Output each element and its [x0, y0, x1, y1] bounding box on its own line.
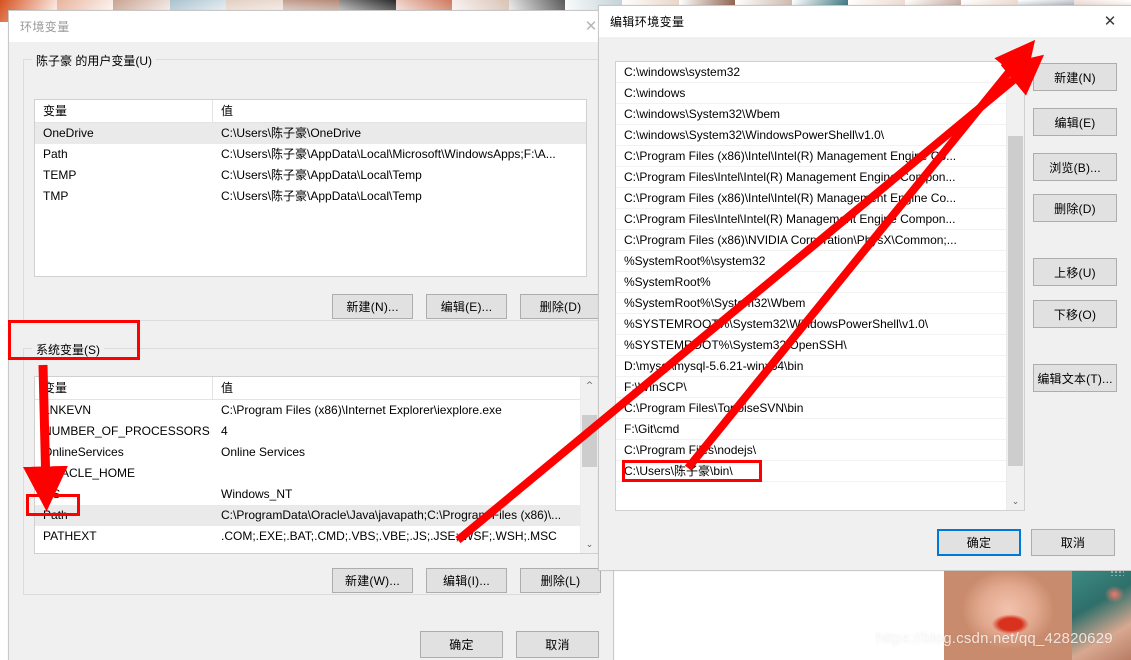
env-dialog-title: 环境变量 [20, 19, 70, 34]
scroll-up-icon[interactable]: ^ [581, 377, 598, 394]
scroll-down-icon[interactable]: ⌄ [1007, 493, 1024, 510]
edit-move-up-button[interactable]: 上移(U) [1033, 258, 1117, 286]
list-item[interactable]: C:\Program Files (x86)\Intel\Intel(R) Ma… [616, 188, 1006, 209]
list-item[interactable]: C:\windows [616, 83, 1006, 104]
list-item[interactable]: C:\Program Files (x86)\Intel\Intel(R) Ma… [616, 146, 1006, 167]
edit-new-button[interactable]: 新建(N) [1033, 63, 1117, 91]
list-item[interactable]: C:\windows\System32\Wbem [616, 104, 1006, 125]
background-photo-thumbnail [1072, 566, 1131, 660]
table-row[interactable]: Path C:\ProgramData\Oracle\Java\javapath;… [35, 505, 598, 526]
path-entries-scrollbar[interactable]: ^ ⌄ [1006, 62, 1024, 510]
table-cell-variable: PATHEXT [43, 529, 97, 543]
system-variables-table[interactable]: 变量 值 LNKEVN C:\Program Files (x86)\Intern… [34, 376, 599, 554]
system-variables-label: 系统变量(S) [32, 341, 104, 358]
list-item[interactable]: C:\Program Files\Intel\Intel(R) Manageme… [616, 209, 1006, 230]
table-cell-variable: TEMP [43, 168, 77, 182]
system-new-button[interactable]: 新建(W)... [332, 568, 413, 593]
edit-ok-button[interactable]: 确定 [937, 529, 1021, 556]
list-item[interactable]: %SYSTEMROOT%\System32\WindowsPowerShell\… [616, 314, 1006, 335]
user-delete-button[interactable]: 删除(D) [520, 294, 601, 319]
env-dialog-titlebar: 环境变量 ✕ [9, 11, 613, 42]
column-header-value: 值 [221, 104, 234, 118]
table-cell-value: .COM;.EXE;.BAT;.CMD;.VBS;.VBE;.JS;.JSE;.… [221, 529, 557, 543]
table-cell-value: C:\ProgramData\Oracle\Java\javapath;C:\P… [221, 508, 562, 522]
table-cell-variable: OneDrive [43, 126, 94, 140]
table-cell-value [213, 463, 598, 484]
list-item[interactable]: D:\mysql\mysql-5.6.21-winx64\bin [616, 356, 1006, 377]
table-row[interactable]: ORACLE_HOME [35, 463, 598, 484]
table-cell-variable: LNKEVN [43, 403, 92, 417]
table-cell-variable: OnlineServices [43, 445, 124, 459]
list-item[interactable]: C:\Program Files\Intel\Intel(R) Manageme… [616, 167, 1006, 188]
list-item[interactable]: C:\Program Files\nodejs\ [616, 440, 1006, 461]
edit-delete-button[interactable]: 删除(D) [1033, 194, 1117, 222]
edit-dialog-titlebar: 编辑环境变量 ✕ [599, 6, 1131, 37]
column-header-value: 值 [221, 381, 234, 395]
environment-variables-dialog: 环境变量 ✕ 陈子豪 的用户变量(U) 变量 值 OneDrive C:\User… [8, 10, 614, 660]
edit-text-button[interactable]: 编辑文本(T)... [1033, 364, 1117, 392]
user-variables-table-header: 变量 值 [35, 100, 586, 123]
column-header-name: 变量 [35, 377, 213, 399]
table-row[interactable]: TMP C:\Users\陈子豪\AppData\Local\Temp [35, 186, 586, 207]
system-variables-scrollbar[interactable]: ^ ⌄ [580, 377, 598, 553]
table-cell-variable: OS [43, 487, 61, 501]
edit-dialog-title: 编辑环境变量 [610, 14, 685, 29]
table-cell-value: C:\Users\陈子豪\AppData\Local\Temp [221, 168, 422, 182]
table-row[interactable]: TEMP C:\Users\陈子豪\AppData\Local\Temp [35, 165, 586, 186]
table-row[interactable]: Path C:\Users\陈子豪\AppData\Local\Microsoft… [35, 144, 586, 165]
table-cell-variable: Path [43, 508, 68, 522]
list-item[interactable]: C:\Users\陈子豪\bin\ [616, 461, 1006, 482]
env-ok-button[interactable]: 确定 [420, 631, 503, 658]
table-cell-value: Online Services [221, 445, 306, 459]
table-cell-value: C:\Users\陈子豪\OneDrive [221, 126, 362, 140]
scroll-up-icon[interactable]: ^ [1007, 62, 1024, 79]
background-photo-portrait [944, 566, 1072, 660]
env-cancel-button[interactable]: 取消 [516, 631, 599, 658]
table-cell-value: C:\Program Files (x86)\Internet Explorer… [221, 403, 502, 417]
edit-cancel-button[interactable]: 取消 [1031, 529, 1115, 556]
path-entries-listbox[interactable]: C:\windows\system32 C:\windows C:\windows\… [615, 61, 1025, 511]
edit-browse-button[interactable]: 浏览(B)... [1033, 153, 1117, 181]
list-item[interactable]: C:\Program Files (x86)\NVIDIA Corporatio… [616, 230, 1006, 251]
list-item[interactable]: F:\WinSCP\ [616, 377, 1006, 398]
system-delete-button[interactable]: 删除(L) [520, 568, 601, 593]
list-item[interactable]: %SystemRoot% [616, 272, 1006, 293]
edit-move-down-button[interactable]: 下移(O) [1033, 300, 1117, 328]
table-cell-variable: NUMBER_OF_PROCESSORS [43, 424, 210, 438]
scrollbar-thumb[interactable] [1008, 136, 1023, 466]
table-row[interactable]: OnlineServices Online Services [35, 442, 598, 463]
list-item[interactable]: %SYSTEMROOT%\System32\OpenSSH\ [616, 335, 1006, 356]
list-item[interactable]: %SystemRoot%\system32 [616, 251, 1006, 272]
system-edit-button[interactable]: 编辑(I)... [426, 568, 507, 593]
table-cell-variable: ORACLE_HOME [43, 466, 136, 480]
close-icon[interactable]: ✕ [1088, 6, 1131, 36]
list-item[interactable]: C:\windows\system32 [616, 62, 1006, 83]
column-header-name: 变量 [35, 100, 213, 122]
user-edit-button[interactable]: 编辑(E)... [426, 294, 507, 319]
user-new-button[interactable]: 新建(N)... [332, 294, 413, 319]
edit-edit-button[interactable]: 编辑(E) [1033, 108, 1117, 136]
user-variables-table[interactable]: 变量 值 OneDrive C:\Users\陈子豪\OneDrive Path C:… [34, 99, 587, 277]
list-item[interactable]: C:\Program Files\TortoiseSVN\bin [616, 398, 1006, 419]
table-cell-variable: TMP [43, 189, 69, 203]
table-cell-value: C:\Users\陈子豪\AppData\Local\Temp [221, 189, 422, 203]
table-cell-variable: Path [43, 147, 68, 161]
table-cell-value: Windows_NT [221, 487, 293, 501]
list-item[interactable]: %SystemRoot%\System32\Wbem [616, 293, 1006, 314]
edit-environment-variable-dialog: 编辑环境变量 ✕ C:\windows\system32 C:\windows C:… [598, 5, 1131, 571]
table-row[interactable]: OS Windows_NT [35, 484, 598, 505]
scrollbar-thumb[interactable] [582, 415, 597, 467]
table-cell-value: 4 [221, 424, 228, 438]
table-row[interactable]: OneDrive C:\Users\陈子豪\OneDrive [35, 123, 586, 144]
screen: https://blog.csdn.net/qq_42820629 环境变量 ✕… [0, 0, 1131, 660]
table-row[interactable]: LNKEVN C:\Program Files (x86)\Internet Ex… [35, 400, 598, 421]
user-variables-label: 陈子豪 的用户变量(U) [32, 52, 156, 69]
table-row[interactable]: PATHEXT .COM;.EXE;.BAT;.CMD;.VBS;.VBE;.JS… [35, 526, 598, 547]
system-variables-table-header: 变量 值 [35, 377, 598, 400]
table-cell-value: C:\Users\陈子豪\AppData\Local\Microsoft\Win… [221, 147, 556, 161]
list-item[interactable]: F:\Git\cmd [616, 419, 1006, 440]
table-row[interactable]: NUMBER_OF_PROCESSORS 4 [35, 421, 598, 442]
scroll-down-icon[interactable]: ⌄ [581, 536, 598, 553]
list-item[interactable]: C:\windows\System32\WindowsPowerShell\v1… [616, 125, 1006, 146]
